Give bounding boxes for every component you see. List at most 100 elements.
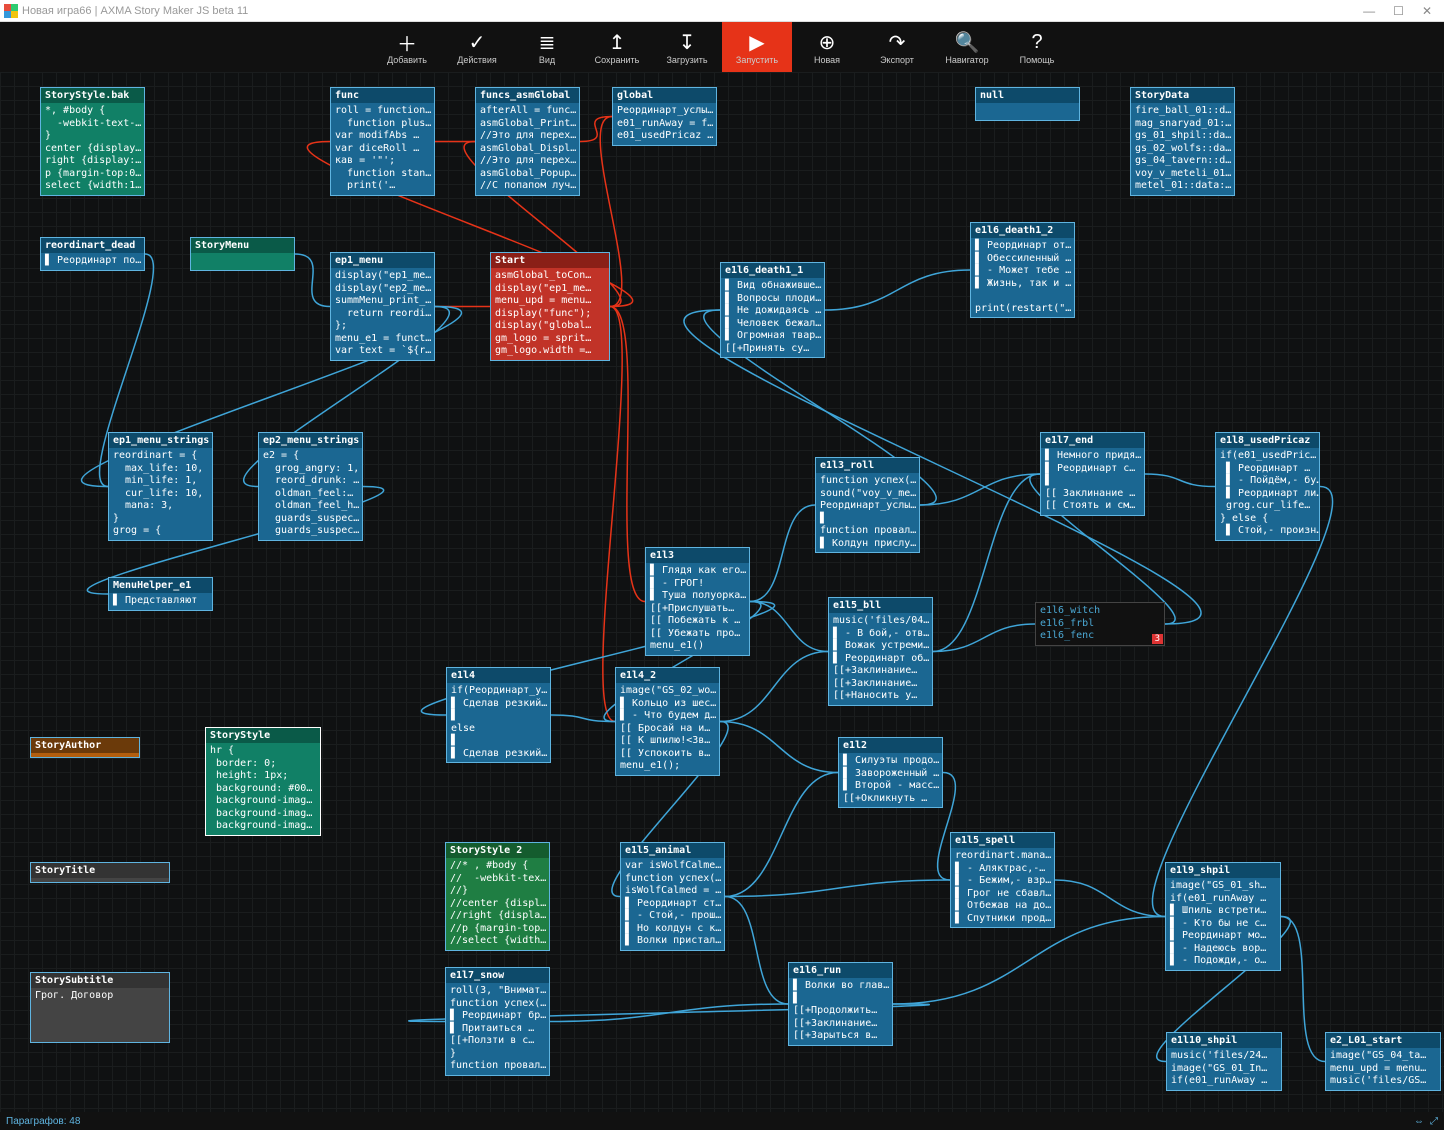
close-icon[interactable]: ✕ (1422, 4, 1432, 18)
node-storystyle[interactable]: StoryStylehr { border: 0; height: 1px; b… (205, 727, 321, 836)
fullscreen-icon[interactable]: ⤢ (1430, 1116, 1438, 1127)
export-icon: ↷ (889, 29, 906, 55)
node-global[interactable]: globalРеординарт_услы… e01_runAway = f… … (612, 87, 717, 146)
node-storytitle[interactable]: StoryTitle (30, 862, 170, 883)
node-e1l5bii[interactable]: e1l5_bllmusic('files/04… ▋ - В бой,- отв… (828, 597, 933, 706)
node-title: StoryData (1131, 88, 1234, 103)
toolbar-label: Новая (814, 55, 840, 65)
node-body: display("ep1_me… display("ep2_me… summMe… (331, 268, 434, 360)
window-controls[interactable]: — ☐ ✕ (1363, 4, 1440, 18)
node-funcsasm[interactable]: funcs_asmGlobalafterAll = func… asmGloba… (475, 87, 580, 196)
window-titlebar: Новая игра66 | AXMA Story Maker JS beta … (0, 0, 1444, 22)
save-icon: ↥ (609, 29, 626, 55)
node-e1l9shpil[interactable]: e1l9_shpilimage("GS_01_sh… if(e01_runAwa… (1165, 862, 1281, 971)
node-body: ▋ Представляют (109, 593, 212, 610)
node-title: e1l3_roll (816, 458, 919, 473)
node-e1l6d1[interactable]: e1l6_death1_1▋ Вид обнаживше… ▋ Вопросы … (720, 262, 825, 358)
maximize-icon[interactable]: ☐ (1393, 4, 1404, 18)
add-icon: ＋ (397, 29, 417, 55)
toolbar-actions-button[interactable]: ✓Действия (442, 22, 512, 72)
app-icon (4, 4, 18, 18)
node-title: e1l7_snow (446, 968, 549, 983)
node-title: e1l3 (646, 548, 749, 563)
toolbar-label: Добавить (387, 55, 427, 65)
node-title: ep1_menu_strings (109, 433, 212, 448)
toolbar-run-button[interactable]: ▶Запустить (722, 22, 792, 72)
node-storyauthor[interactable]: StoryAuthor (30, 737, 140, 758)
node-body: var isWolfCalme… function успех(… isWolf… (621, 858, 724, 950)
toolbar-export-button[interactable]: ↷Экспорт (862, 22, 932, 72)
node-e1l6run[interactable]: e1l6_run▋ Волки во глав… ▋ [[+Продолжить… (788, 962, 893, 1046)
node-e1l7end[interactable]: e1l7_end▋ Немного придя… ▋ Реординарт с…… (1040, 432, 1145, 516)
node-body: music('files/24… image("GS_01_In… if(e01… (1167, 1048, 1281, 1090)
toolbar-add-button[interactable]: ＋Добавить (372, 22, 442, 72)
toolbar-label: Экспорт (880, 55, 914, 65)
node-storydata[interactable]: StoryDatafire_ball_01::d… mag_snaryad_01… (1130, 87, 1235, 196)
node-title: e2_L01_start (1326, 1033, 1440, 1048)
toolbar-new-button[interactable]: ⊕Новая (792, 22, 862, 72)
node-title: e1l6_death1_2 (971, 223, 1074, 238)
node-e1l6d2[interactable]: e1l6_death1_2▋ Реординарт от… ▋ Обессиле… (970, 222, 1075, 318)
node-badge: 3 (1152, 634, 1163, 644)
node-reordinartdead[interactable]: reordinart_dead▋ Реординарт по… (40, 237, 145, 271)
node-e1l3[interactable]: e1l3▋ Глядя как его… ▋ - ГРОГ! ▋ Туша по… (645, 547, 750, 656)
node-menuhelper[interactable]: MenuHelper_e1▋ Представляют (108, 577, 213, 611)
window-title: Новая игра66 | AXMA Story Maker JS beta … (22, 5, 1363, 17)
fit-width-icon[interactable]: ⇔ (1414, 1116, 1424, 1127)
node-body: ▋ Вид обнаживше… ▋ Вопросы плоди… ▋ Не д… (721, 278, 824, 357)
node-ep1strings[interactable]: ep1_menu_stringsreordinart = { max_life:… (108, 432, 213, 541)
toolbar-help-button[interactable]: ?Помощь (1002, 22, 1072, 72)
node-body: ▋ Реординарт от… ▋ Обессиленный … ▋ - Мо… (971, 238, 1074, 317)
node-title: e1l9_shpil (1166, 863, 1280, 878)
node-title: MenuHelper_e1 (109, 578, 212, 593)
node-e1l10shpil[interactable]: e1l10_shpilmusic('files/24… image("GS_01… (1166, 1032, 1282, 1091)
node-body: ▋ Волки во глав… ▋ [[+Продолжить… [[+Зак… (789, 978, 892, 1045)
node-title: e1l5_bll (829, 598, 932, 613)
node-body: afterAll = func… asmGlobal_Print… //Это … (476, 103, 579, 195)
minimize-icon[interactable]: — (1363, 4, 1375, 18)
node-e2l01start[interactable]: e2_L01_startimage("GS_04_ta… menu_upd = … (1325, 1032, 1441, 1091)
node-storystyle2[interactable]: StoryStyle 2//* , #body { // -webkit-tex… (445, 842, 550, 951)
node-storymenu[interactable]: StoryMenu (190, 237, 295, 271)
new-icon: ⊕ (819, 29, 836, 55)
node-body: fire_ball_01::d… mag_snaryad_01:… gs_01_… (1131, 103, 1234, 195)
node-storystylebak[interactable]: StoryStyle.bak*, #body { -webkit-text-… … (40, 87, 145, 196)
graph-canvas[interactable]: StoryStyle.bak*, #body { -webkit-text-… … (0, 72, 1444, 1112)
node-e1l4[interactable]: e1l4if(Реординарт_у… ▋ Сделав резкий… ▋ … (446, 667, 551, 763)
toolbar-load-button[interactable]: ↧Загрузить (652, 22, 722, 72)
node-func[interactable]: funcroll = function… function plus… var … (330, 87, 435, 196)
node-storysubtitle[interactable]: StorySubtitleГрог. Договор (30, 972, 170, 1043)
node-ep2strings[interactable]: ep2_menu_stringse2 = { grog_angry: 1, re… (258, 432, 363, 541)
node-e1l8pricaz[interactable]: e1l8_usedPricazif(e01_usedPric… ▋ Реорди… (1215, 432, 1320, 541)
run-icon: ▶ (749, 29, 764, 55)
node-title: e1l4 (447, 668, 550, 683)
node-start[interactable]: StartasmGlobal_toCon… display("ep1_me… m… (490, 252, 610, 361)
node-witch[interactable]: e1l6_witch e1l6_frbl e1l6_fenc3 (1035, 602, 1165, 646)
node-body (31, 753, 139, 757)
node-title: StoryStyle.bak (41, 88, 144, 103)
node-title: global (613, 88, 716, 103)
node-body: //* , #body { // -webkit-tex… //} //cent… (446, 858, 549, 950)
node-title: func (331, 88, 434, 103)
node-ep1menu[interactable]: ep1_menudisplay("ep1_me… display("ep2_me… (330, 252, 435, 361)
node-title: e1l8_usedPricaz (1216, 433, 1319, 448)
node-title: e1l4_2 (616, 668, 719, 683)
node-e1l2[interactable]: e1l2▋ Силуэты продо… ▋ Завороженный … ▋ … (838, 737, 943, 808)
node-body: image("GS_02_wo… ▋ Кольцо из шес… ▋ - Чт… (616, 683, 719, 775)
toolbar-save-button[interactable]: ↥Сохранить (582, 22, 652, 72)
node-body: ▋ Глядя как его… ▋ - ГРОГ! ▋ Туша полуор… (646, 563, 749, 655)
node-title: ep1_menu (331, 253, 434, 268)
toolbar-view-button[interactable]: ≣Вид (512, 22, 582, 72)
node-e1l42[interactable]: e1l4_2image("GS_02_wo… ▋ Кольцо из шес… … (615, 667, 720, 776)
node-body: e2 = { grog_angry: 1, reord_drunk: … old… (259, 448, 362, 540)
node-body: if(Реординарт_у… ▋ Сделав резкий… ▋ else… (447, 683, 550, 762)
toolbar-nav-button[interactable]: 🔍Навигатор (932, 22, 1002, 72)
node-e1l3roll[interactable]: e1l3_rollfunction успех(… sound("voy_v_m… (815, 457, 920, 553)
node-body: reordinart.mana… ▋ - Аляктрас,-… ▋ - Беж… (951, 848, 1054, 927)
toolbar-label: Навигатор (945, 55, 988, 65)
node-e1l7snow[interactable]: e1l7_snowroll(3, "Внимат… function успех… (445, 967, 550, 1076)
node-e1l5animal[interactable]: e1l5_animalvar isWolfCalme… function усп… (620, 842, 725, 951)
node-title: funcs_asmGlobal (476, 88, 579, 103)
node-e1l5spell[interactable]: e1l5_spellreordinart.mana… ▋ - Аляктрас,… (950, 832, 1055, 928)
node-null[interactable]: null (975, 87, 1080, 121)
